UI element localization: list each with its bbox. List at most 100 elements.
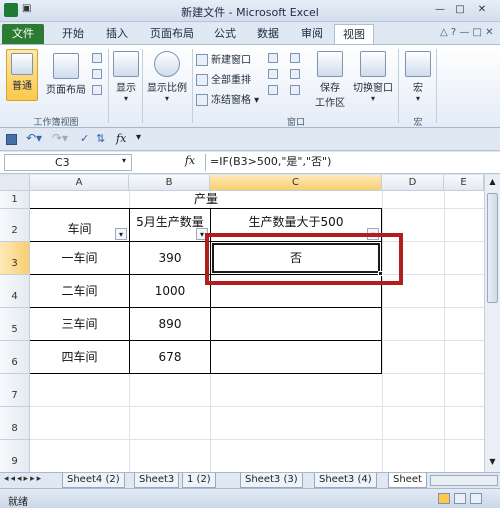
- tab-formulas[interactable]: 公式: [206, 24, 244, 44]
- vertical-scrollbar[interactable]: ▲ ▼: [484, 175, 500, 472]
- tab-insert[interactable]: 插入: [98, 24, 136, 44]
- sheet-tab[interactable]: Sheet3: [134, 473, 180, 488]
- normal-view-icon: [11, 53, 33, 75]
- new-window-button[interactable]: 新建窗口: [196, 51, 251, 66]
- tab-page-layout[interactable]: 页面布局: [142, 24, 202, 44]
- table-border: [30, 373, 382, 374]
- cell-quantity[interactable]: 390: [130, 242, 210, 274]
- page-layout-view-button[interactable]: 页面布局: [42, 49, 90, 101]
- name-box[interactable]: C3: [4, 154, 132, 171]
- cell-quantity[interactable]: 890: [130, 308, 210, 340]
- row-header-1[interactable]: 1: [0, 191, 30, 209]
- arrange-all-icon: [196, 74, 208, 86]
- filter-dropdown-icon[interactable]: ▾: [115, 228, 127, 240]
- group-label-macros: 宏: [413, 118, 423, 128]
- row-header-8[interactable]: 8: [0, 407, 30, 440]
- sheet-tab[interactable]: Sheet3 (4): [314, 473, 377, 488]
- page-break-preview-icon[interactable]: [470, 493, 482, 504]
- normal-view-button[interactable]: 普通: [6, 49, 38, 101]
- arrange-all-button[interactable]: 全部重排: [196, 71, 251, 86]
- tab-home[interactable]: 开始: [54, 24, 92, 44]
- row-header-4[interactable]: 4: [0, 275, 30, 308]
- maximize-button[interactable]: □: [452, 3, 468, 17]
- tab-review[interactable]: 审阅: [293, 24, 331, 44]
- scroll-up-icon[interactable]: ▲: [487, 177, 498, 188]
- switch-windows-button[interactable]: 切换窗口 ▾: [350, 49, 396, 109]
- normal-view-icon[interactable]: [438, 493, 450, 504]
- row-header-2[interactable]: 2: [0, 209, 30, 242]
- tab-data[interactable]: 数据: [249, 24, 287, 44]
- scroll-down-icon[interactable]: ▼: [487, 457, 498, 468]
- row-header-6[interactable]: 6: [0, 341, 30, 374]
- dropdown-arrow-icon: ▾: [415, 94, 420, 103]
- row-header-7[interactable]: 7: [0, 374, 30, 407]
- sheet-tab[interactable]: Sheet3 (3): [240, 473, 303, 488]
- help-icon[interactable]: △ ? — □ ✕: [440, 27, 494, 38]
- column-header-c[interactable]: C: [210, 175, 382, 191]
- page-break-preview-icon[interactable]: [92, 53, 102, 63]
- title-bar: ▣ 新建文件 - Microsoft Excel — □ ✕: [0, 0, 500, 22]
- dropdown-arrow-icon: ▾: [123, 94, 128, 103]
- function-icon[interactable]: fx: [116, 132, 126, 145]
- cell-workshop[interactable]: 一车间: [30, 242, 129, 274]
- macros-button[interactable]: 宏 ▾: [404, 49, 432, 109]
- row-header-9[interactable]: 9: [0, 440, 30, 472]
- macros-label: 宏: [413, 83, 423, 94]
- show-button[interactable]: 显示 ▾: [112, 49, 140, 109]
- view-side-by-side-icon[interactable]: [290, 53, 300, 63]
- sheet-tab-active[interactable]: Sheet: [388, 473, 427, 488]
- column-header-d[interactable]: D: [382, 175, 444, 191]
- cell-quantity[interactable]: 1000: [130, 275, 210, 307]
- save-workspace-label-2: 工作区: [315, 98, 345, 109]
- sheet-title-cell[interactable]: 产量: [30, 191, 382, 208]
- save-icon[interactable]: [6, 134, 17, 145]
- formula-input[interactable]: =IF(B3>500,"是","否"): [205, 154, 495, 171]
- sheet-tab[interactable]: 1 (2): [182, 473, 216, 488]
- column-header-b[interactable]: B: [129, 175, 210, 191]
- close-button[interactable]: ✕: [474, 3, 490, 17]
- cell-quantity[interactable]: 678: [130, 341, 210, 373]
- reset-window-position-icon[interactable]: [290, 85, 300, 95]
- zoom-button[interactable]: 显示比例 ▾: [144, 49, 190, 109]
- save-workspace-icon: [317, 51, 343, 77]
- scrollbar-thumb[interactable]: [487, 193, 498, 303]
- gridline: [444, 191, 445, 472]
- cell-workshop[interactable]: 四车间: [30, 341, 129, 373]
- minimize-button[interactable]: —: [432, 3, 448, 17]
- highlight-annotation: [205, 233, 403, 285]
- cell-result[interactable]: [211, 308, 381, 340]
- group-label-workbook-views: 工作簿视图: [33, 118, 79, 128]
- horizontal-scrollbar[interactable]: [430, 475, 498, 486]
- redo-icon[interactable]: ↷▾: [52, 131, 68, 145]
- split-icon[interactable]: [268, 53, 278, 63]
- cell-workshop[interactable]: 三车间: [30, 308, 129, 340]
- sort-icon[interactable]: ⇅: [96, 132, 105, 145]
- sheet-tab[interactable]: Sheet4 (2): [62, 473, 125, 488]
- full-screen-icon[interactable]: [92, 85, 102, 95]
- row-header-3[interactable]: 3: [0, 242, 30, 275]
- hide-icon[interactable]: [268, 69, 278, 79]
- sheet-navigation-icon[interactable]: ◂◂◂▸▸▸: [4, 474, 43, 484]
- spelling-icon[interactable]: ✓: [80, 132, 89, 145]
- cell-result[interactable]: [211, 341, 381, 373]
- page-layout-label: 页面布局: [46, 85, 86, 96]
- tab-view[interactable]: 视图: [334, 24, 374, 44]
- save-workspace-label-1: 保存: [320, 83, 340, 94]
- name-box-dropdown-icon[interactable]: ▾: [122, 156, 126, 165]
- freeze-panes-button[interactable]: 冻结窗格 ▾: [196, 91, 259, 106]
- select-all-corner[interactable]: [0, 175, 30, 191]
- custom-views-icon[interactable]: [92, 69, 102, 79]
- save-workspace-button[interactable]: 保存 工作区: [312, 49, 348, 109]
- customize-toolbar-icon[interactable]: ▾: [136, 132, 141, 143]
- column-header-a[interactable]: A: [30, 175, 129, 191]
- insert-function-button[interactable]: fx: [178, 154, 202, 171]
- synchronous-scrolling-icon[interactable]: [290, 69, 300, 79]
- unhide-icon[interactable]: [268, 85, 278, 95]
- worksheet-grid[interactable]: A B C D E 1 2 3 4 5 6 7 8 9 产量 车间 ▾ 5月生产…: [0, 175, 484, 472]
- row-header-5[interactable]: 5: [0, 308, 30, 341]
- cell-workshop[interactable]: 二车间: [30, 275, 129, 307]
- column-header-e[interactable]: E: [444, 175, 484, 191]
- undo-icon[interactable]: ↶▾: [26, 131, 42, 145]
- tab-file[interactable]: 文件: [2, 24, 44, 44]
- page-layout-view-icon[interactable]: [454, 493, 466, 504]
